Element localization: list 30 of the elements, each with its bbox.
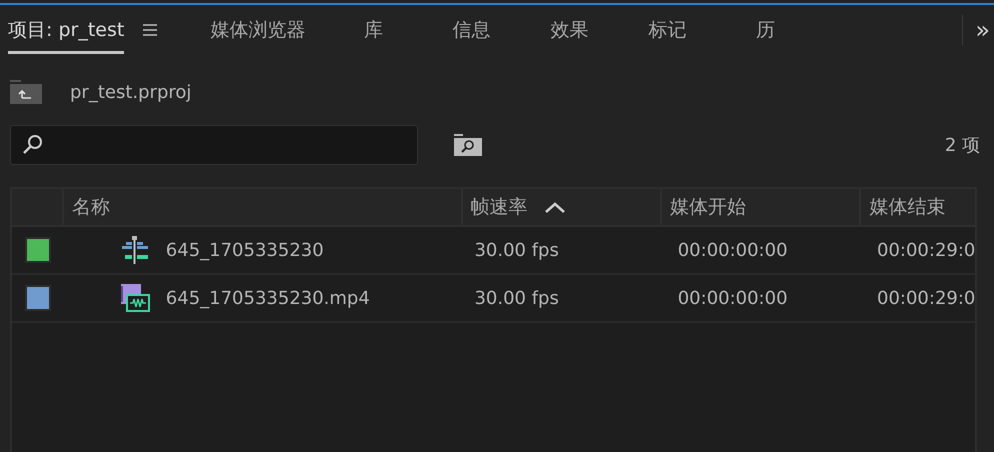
color-label[interactable]: [24, 285, 51, 311]
project-name: pr_test.prproj: [70, 82, 192, 102]
folder-search-icon[interactable]: [454, 134, 482, 156]
media-end: 00:00:29:0: [877, 240, 976, 260]
search-field[interactable]: [10, 125, 418, 165]
folder-up-icon[interactable]: [10, 80, 42, 104]
media-start: 00:00:00:00: [678, 288, 788, 308]
column-header[interactable]: 帧速率: [462, 189, 662, 225]
panel-tab[interactable]: 历: [735, 6, 796, 54]
frame-rate: 30.00 fps: [474, 240, 559, 260]
panel-tab[interactable]: 库: [343, 6, 404, 54]
panel-tab[interactable]: 项目: pr_test: [8, 6, 124, 54]
media-end: 00:00:29:0: [877, 288, 976, 308]
menu-icon[interactable]: [142, 23, 158, 37]
clip-name: 645_1705335230.mp4: [166, 288, 370, 308]
video-clip-icon: [120, 283, 150, 313]
column-header[interactable]: 媒体开始: [662, 189, 862, 225]
overflow-button[interactable]: »: [963, 16, 994, 44]
panel-tab[interactable]: 效果: [539, 6, 600, 54]
panel-tab[interactable]: 信息: [441, 6, 502, 54]
sequence-icon: [120, 235, 150, 265]
panel-tab[interactable]: 标记: [637, 6, 698, 54]
media-start: 00:00:00:00: [678, 240, 788, 260]
color-label[interactable]: [24, 237, 51, 263]
item-count: 2 项: [944, 134, 980, 157]
column-header[interactable]: 媒体结束: [861, 189, 976, 225]
frame-rate: 30.00 fps: [474, 288, 559, 308]
panel-tab[interactable]: 媒体浏览器: [210, 6, 306, 54]
clip-name: 645_1705335230: [166, 240, 324, 260]
column-header[interactable]: 名称: [64, 189, 463, 225]
